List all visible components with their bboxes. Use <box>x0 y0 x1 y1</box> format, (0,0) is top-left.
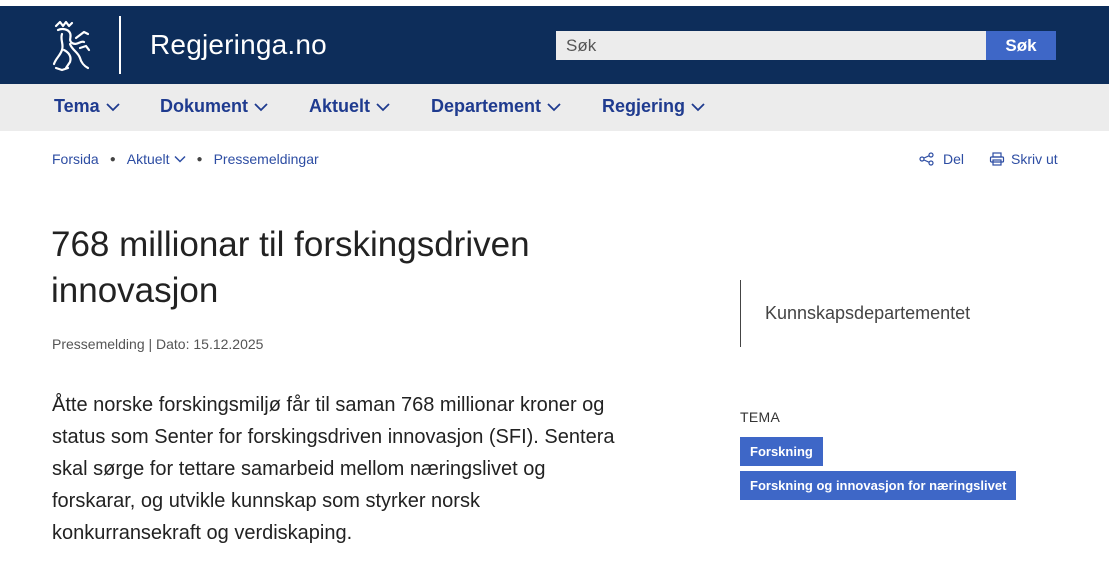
nav-item-departement[interactable]: Departement <box>431 96 561 117</box>
nav-item-label: Dokument <box>160 96 249 116</box>
tag-forskning-og-innovasjon[interactable]: Forskning og innovasjon for næringslivet <box>740 471 1017 500</box>
chevron-down-icon <box>691 102 705 111</box>
department-box: Kunnskapsdepartementet <box>740 280 1060 347</box>
page-title: 768 millionar til forskingsdriven innova… <box>51 225 530 310</box>
nav-item-regjering[interactable]: Regjering <box>602 96 705 117</box>
tema-label: TEMA <box>740 409 781 425</box>
nav-item-label: Departement <box>431 96 542 116</box>
nav-item-label: Tema <box>54 96 100 116</box>
print-label: Skriv ut <box>1011 151 1058 167</box>
department-link[interactable]: Kunnskapsdepartementet <box>765 303 970 324</box>
share-button[interactable]: Del <box>919 151 964 167</box>
chevron-down-icon <box>254 102 268 111</box>
nav-item-label: Aktuelt <box>309 96 371 116</box>
printer-icon <box>989 152 1005 166</box>
site-header: Regjeringa.no Søk <box>0 6 1109 84</box>
nav-item-tema[interactable]: Tema <box>54 96 120 117</box>
nav-item-aktuelt[interactable]: Aktuelt <box>309 96 390 117</box>
main-navigation: Tema Dokument Aktuelt Departement Regjer… <box>0 84 1109 131</box>
chevron-down-icon <box>106 102 120 111</box>
share-label: Del <box>943 151 965 167</box>
breadcrumb-pressemeldingar[interactable]: Pressemeldingar <box>214 151 319 167</box>
share-icon <box>919 152 934 166</box>
breadcrumb-aktuelt[interactable]: Aktuelt <box>127 151 186 167</box>
norwegian-lion-coat-of-arms-icon[interactable] <box>50 20 92 72</box>
breadcrumb-separator: ● <box>196 153 203 165</box>
print-button[interactable]: Skriv ut <box>989 151 1058 167</box>
chevron-down-icon <box>376 102 390 111</box>
tag-forskning[interactable]: Forskning <box>740 437 823 466</box>
breadcrumb: Forsida ● Aktuelt ● Pressemeldingar <box>52 151 319 167</box>
breadcrumb-aktuelt-label: Aktuelt <box>126 151 170 167</box>
breadcrumb-forsida[interactable]: Forsida <box>52 151 99 167</box>
nav-item-dokument[interactable]: Dokument <box>160 96 268 117</box>
article-lead: Åtte norske forskingsmiljø får til saman… <box>52 394 615 544</box>
chevron-down-icon <box>174 155 186 163</box>
breadcrumb-separator: ● <box>109 153 116 165</box>
logo-divider <box>119 16 121 74</box>
chevron-down-icon <box>547 102 561 111</box>
nav-item-label: Regjering <box>602 96 686 116</box>
article-meta: Pressemelding | Dato: 15.12.2025 <box>52 336 264 352</box>
search-input[interactable] <box>556 31 986 60</box>
site-name[interactable]: Regjeringa.no <box>150 29 327 61</box>
search-button[interactable]: Søk <box>986 31 1056 60</box>
